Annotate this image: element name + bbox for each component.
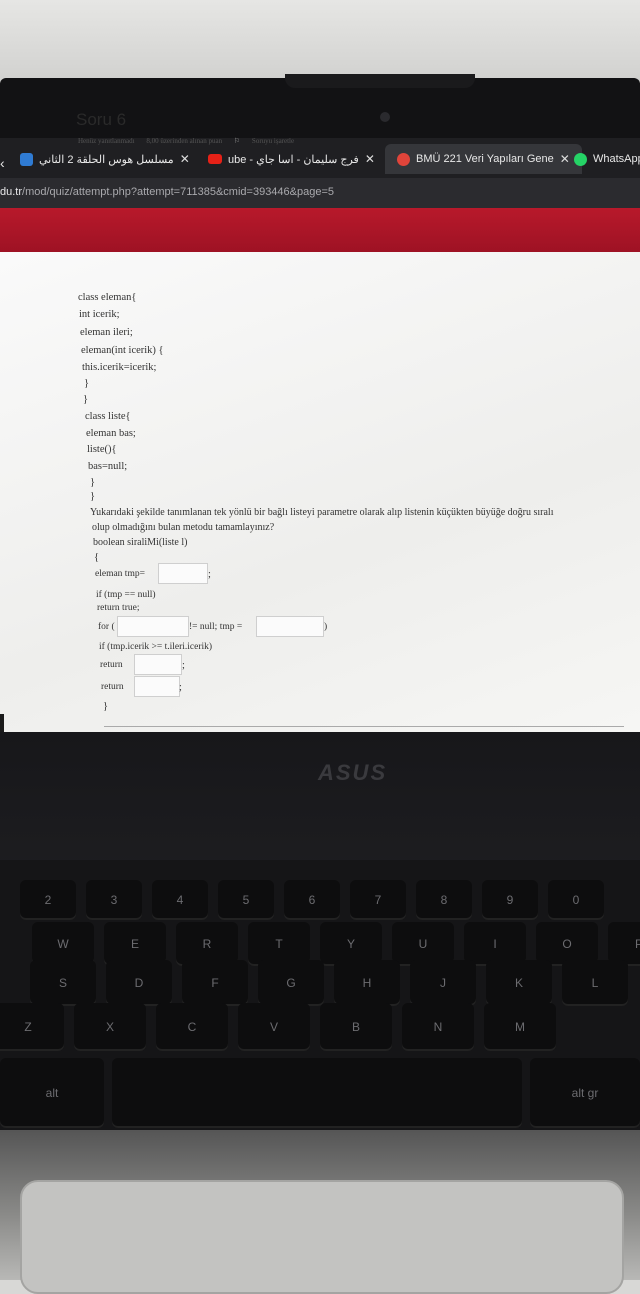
code-line: int icerik;: [79, 309, 120, 320]
tab-label: ube - فرج سليمان - اسا جاي: [228, 153, 359, 166]
answer-blank-2[interactable]: [117, 616, 189, 637]
tab-label: WhatsApp: [593, 153, 640, 165]
tab-label: مسلسل هوس الحلقة 2 الثاني: [39, 153, 174, 166]
code-line: bas=null;: [88, 461, 128, 472]
line-return-2: return: [101, 682, 124, 692]
key-space[interactable]: [112, 1058, 522, 1128]
answer-blank-4[interactable]: [134, 654, 182, 675]
answer-blank-1[interactable]: [158, 563, 208, 584]
code-line: liste(){: [87, 444, 117, 455]
youtube-icon: [208, 154, 222, 164]
key-c[interactable]: C: [156, 1003, 228, 1051]
tab-label: BMÜ 221 Veri Yapıları Gene: [416, 153, 554, 165]
key-altgr[interactable]: alt gr: [530, 1058, 640, 1128]
code-line: }: [90, 477, 96, 488]
code-line: eleman ileri;: [80, 327, 133, 338]
key-f[interactable]: F: [182, 960, 248, 1006]
code-line: this.icerik=icerik;: [82, 362, 157, 373]
tab-whatsapp[interactable]: WhatsApp: [568, 144, 640, 174]
flag-question-link[interactable]: Soruyu işaretle: [252, 137, 294, 145]
code-line: }: [90, 491, 96, 502]
brand-logo: ASUS: [318, 760, 388, 785]
question-meta: Henüz yanıtlanmadı 8,00 üzerinden alınan…: [78, 137, 304, 145]
question-points: 8,00 üzerinden alınan puan: [146, 137, 223, 145]
url-domain: du.tr: [0, 186, 23, 198]
key-g[interactable]: G: [258, 960, 324, 1006]
flag-icon[interactable]: ⚐: [234, 137, 240, 145]
moodle-header-band: [0, 208, 640, 252]
key-7[interactable]: 7: [350, 880, 406, 920]
whatsapp-icon: [574, 152, 587, 166]
url-path: /mod/quiz/attempt.php?attempt=711385&cmi…: [22, 186, 335, 198]
key-n[interactable]: N: [402, 1003, 474, 1051]
moodle-icon: [397, 152, 410, 166]
code-line: }: [84, 378, 90, 389]
key-0[interactable]: 0: [548, 880, 604, 920]
code-line: class eleman{: [78, 292, 137, 303]
question-prompt-line2: olup olmadığını bulan metodu tamamlayını…: [92, 522, 275, 533]
key-l[interactable]: L: [562, 960, 628, 1006]
key-d[interactable]: D: [106, 960, 172, 1006]
semicolon: ;: [179, 682, 182, 693]
key-b[interactable]: B: [320, 1003, 392, 1051]
close-brace: }: [103, 701, 109, 712]
code-line: eleman bas;: [86, 428, 136, 439]
page-edge-shadow: [0, 714, 4, 732]
tab-hawas[interactable]: مسلسل هوس الحلقة 2 الثاني ✕: [14, 144, 196, 174]
answer-blank-5[interactable]: [134, 676, 180, 697]
key-x[interactable]: X: [74, 1003, 146, 1051]
key-v[interactable]: V: [238, 1003, 310, 1051]
line-for-end: ): [324, 622, 328, 632]
code-line: class liste{: [85, 411, 131, 422]
key-alt[interactable]: alt: [0, 1058, 104, 1128]
address-bar[interactable]: du.tr/mod/quiz/attempt.php?attempt=71138…: [0, 178, 640, 208]
url-text[interactable]: du.tr/mod/quiz/attempt.php?attempt=71138…: [0, 186, 334, 198]
touchpad[interactable]: [20, 1180, 624, 1294]
open-brace: {: [94, 552, 100, 563]
code-line: eleman(int icerik) {: [81, 345, 164, 356]
close-tab-icon[interactable]: ✕: [365, 152, 375, 166]
tab-bmu-active[interactable]: BMÜ 221 Veri Yapıları Gene ✕: [385, 144, 582, 174]
key-m[interactable]: M: [484, 1003, 556, 1051]
line-eleman-tmp: eleman tmp=: [95, 569, 145, 579]
line-if-null: if (tmp == null): [96, 590, 156, 600]
key-s[interactable]: S: [30, 960, 96, 1006]
line-for-mid: != null; tmp =: [189, 622, 243, 632]
key-z[interactable]: Z: [0, 1003, 64, 1051]
line-return-true: return true;: [97, 603, 140, 613]
key-2[interactable]: 2: [20, 880, 76, 920]
line-if-compare: if (tmp.icerik >= t.ileri.icerik): [99, 642, 213, 652]
back-arrow-icon[interactable]: ‹: [0, 148, 5, 178]
key-8[interactable]: 8: [416, 880, 472, 920]
key-3[interactable]: 3: [86, 880, 142, 920]
key-4[interactable]: 4: [152, 880, 208, 920]
key-6[interactable]: 6: [284, 880, 340, 920]
key-k[interactable]: K: [486, 960, 552, 1006]
key-h[interactable]: H: [334, 960, 400, 1006]
semicolon: ;: [182, 660, 185, 671]
question-title: Soru 6: [76, 110, 127, 129]
answer-blank-3[interactable]: [256, 616, 324, 637]
semicolon: ;: [208, 569, 211, 580]
site-favicon-icon: [20, 152, 33, 166]
question-divider: [104, 726, 624, 727]
key-j[interactable]: J: [410, 960, 476, 1006]
question-prompt-line1: Yukarıdaki şekilde tanımlanan tek yönlü …: [90, 507, 554, 518]
code-line: }: [83, 394, 89, 405]
close-tab-icon[interactable]: ✕: [180, 152, 190, 166]
line-return-1: return: [100, 660, 123, 670]
line-for: for (: [98, 622, 115, 632]
quiz-page: [0, 252, 640, 732]
bezel-notch: [285, 74, 475, 88]
tab-youtube[interactable]: ube - فرج سليمان - اسا جاي ✕: [202, 144, 381, 174]
key-9[interactable]: 9: [482, 880, 538, 920]
key-5[interactable]: 5: [218, 880, 274, 920]
webcam-icon: [380, 112, 390, 122]
question-status: Henüz yanıtlanmadı: [78, 137, 135, 145]
method-signature: boolean siraliMi(liste l): [93, 537, 188, 548]
